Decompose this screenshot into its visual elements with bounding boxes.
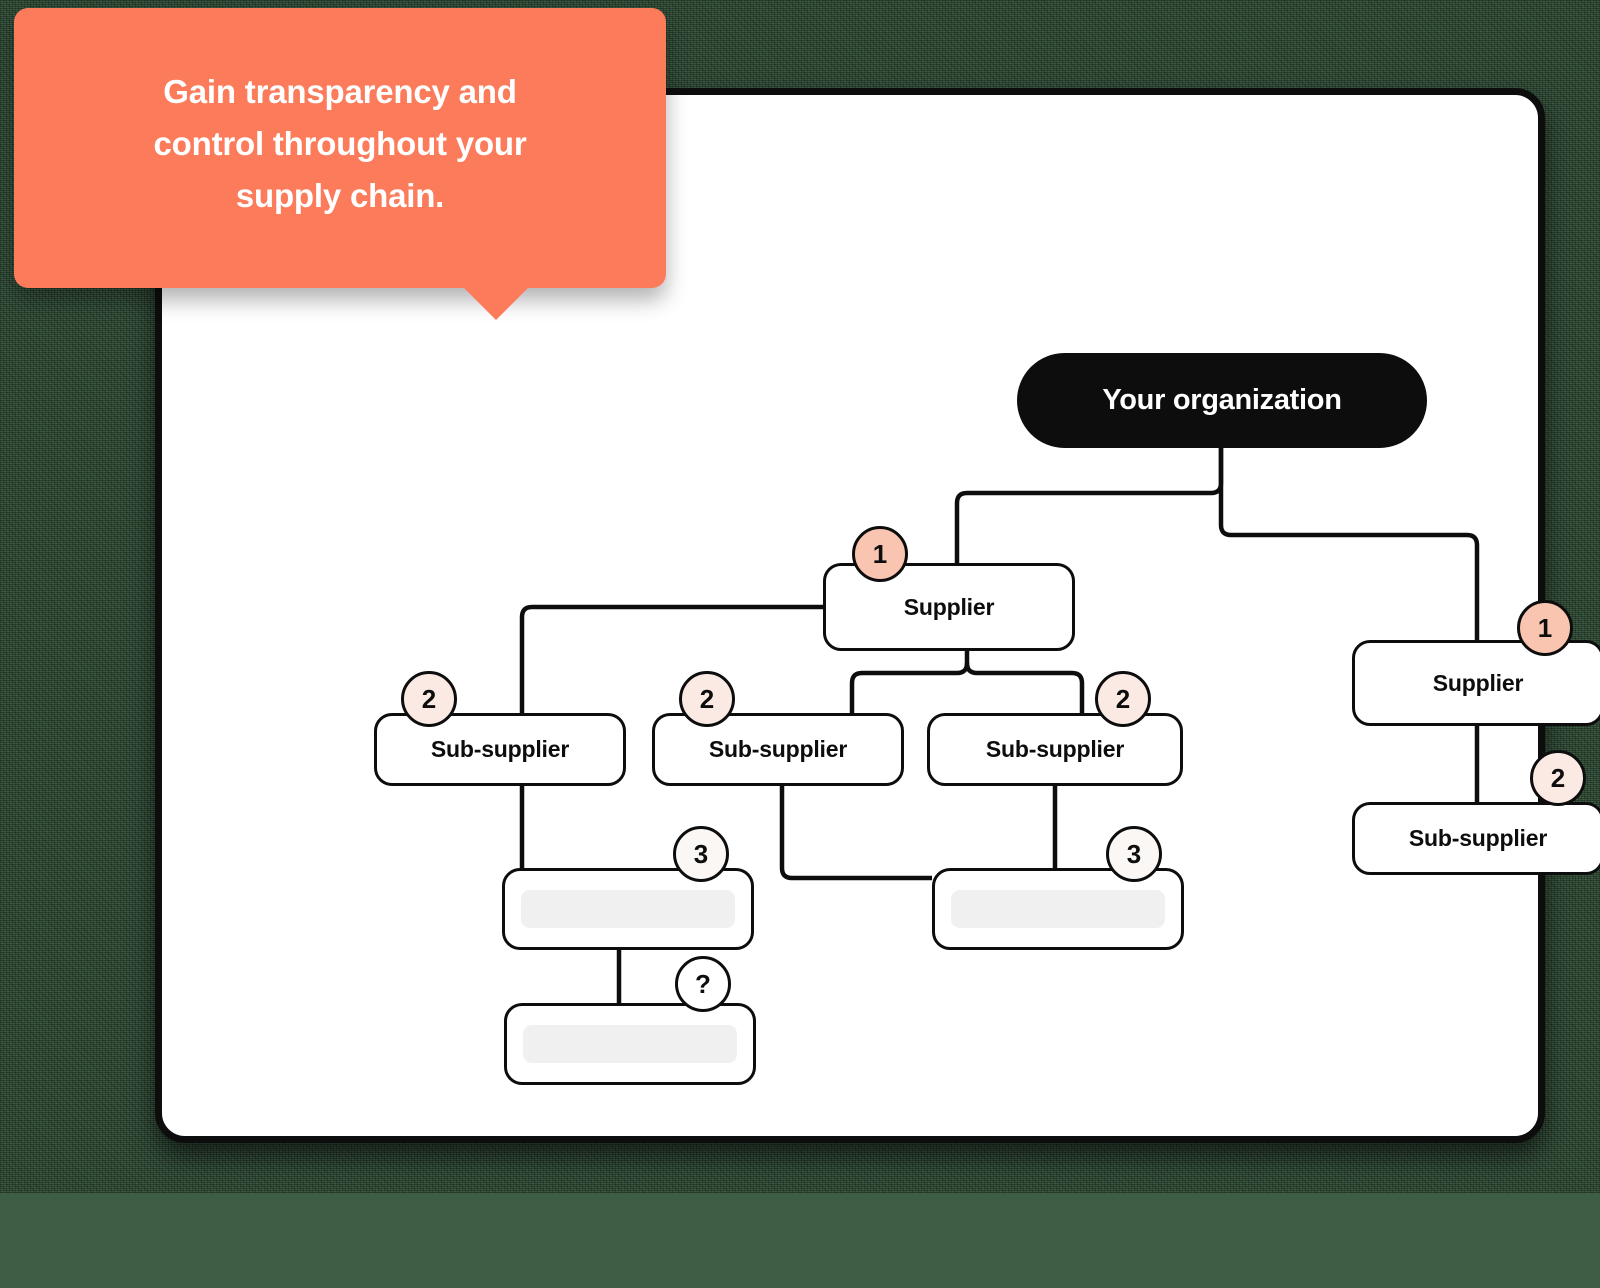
- node-label: Supplier: [1432, 669, 1524, 696]
- node-sub-supplier-c[interactable]: Sub-supplier: [927, 713, 1183, 786]
- edge-supplier-to-sub-b: [849, 662, 970, 713]
- badge-value: ?: [695, 968, 711, 999]
- edge-sub-b-to-blank-2: [779, 786, 932, 881]
- badge-tier-1-supplier-right[interactable]: 1: [1517, 600, 1573, 656]
- redacted-placeholder-bar: [523, 1025, 737, 1063]
- node-supplier-right[interactable]: Supplier: [1352, 640, 1600, 726]
- badge-value: 1: [872, 538, 888, 569]
- edge-org-to-supplier-right: [1218, 448, 1480, 640]
- node-label: Sub-supplier: [430, 736, 570, 762]
- badge-value: 2: [1550, 762, 1566, 793]
- node-unknown-entity-3[interactable]: [504, 1003, 756, 1085]
- callout-tail-icon: [463, 287, 529, 320]
- node-unknown-entity-1[interactable]: [502, 868, 754, 950]
- callout-tooltip: Gain transparency and control throughout…: [14, 8, 666, 288]
- node-label: Supplier: [903, 593, 995, 620]
- badge-value: 3: [693, 838, 709, 869]
- badge-tier-3-unknown-2[interactable]: 3: [1106, 826, 1162, 882]
- badge-tier-3-unknown-1[interactable]: 3: [673, 826, 729, 882]
- badge-value: 2: [699, 683, 715, 714]
- badge-value: 2: [1115, 683, 1131, 714]
- badge-value: 3: [1126, 838, 1142, 869]
- edge-supplier-to-sub-a: [519, 604, 823, 713]
- edge-supplier-to-sub-c: [964, 662, 1085, 713]
- badge-tier-2-sub-supplier-b[interactable]: 2: [679, 671, 735, 727]
- node-label: Sub-supplier: [708, 736, 848, 762]
- node-sub-supplier-a[interactable]: Sub-supplier: [374, 713, 626, 786]
- badge-tier-2-sub-supplier-c[interactable]: 2: [1095, 671, 1151, 727]
- badge-tier-1-supplier-left[interactable]: 1: [852, 526, 908, 582]
- node-sub-supplier-b[interactable]: Sub-supplier: [652, 713, 904, 786]
- badge-value: 1: [1537, 612, 1553, 643]
- edge-org-to-supplier-left: [954, 448, 1224, 563]
- badge-tier-2-sub-supplier-a[interactable]: 2: [401, 671, 457, 727]
- redacted-placeholder-bar: [951, 890, 1165, 928]
- redacted-placeholder-bar: [521, 890, 735, 928]
- badge-unknown-tier[interactable]: ?: [675, 956, 731, 1012]
- node-label: Sub-supplier: [985, 736, 1125, 762]
- node-your-organization[interactable]: Your organization: [1017, 353, 1427, 448]
- node-unknown-entity-2[interactable]: [932, 868, 1184, 950]
- node-sub-supplier-right[interactable]: Sub-supplier: [1352, 802, 1600, 875]
- callout-text: Gain transparency and control throughout…: [153, 73, 527, 215]
- node-supplier-left[interactable]: Supplier: [823, 563, 1075, 651]
- node-label: Your organization: [1102, 384, 1342, 416]
- badge-tier-2-sub-supplier-right[interactable]: 2: [1530, 750, 1586, 806]
- node-label: Sub-supplier: [1408, 825, 1548, 851]
- badge-value: 2: [421, 683, 437, 714]
